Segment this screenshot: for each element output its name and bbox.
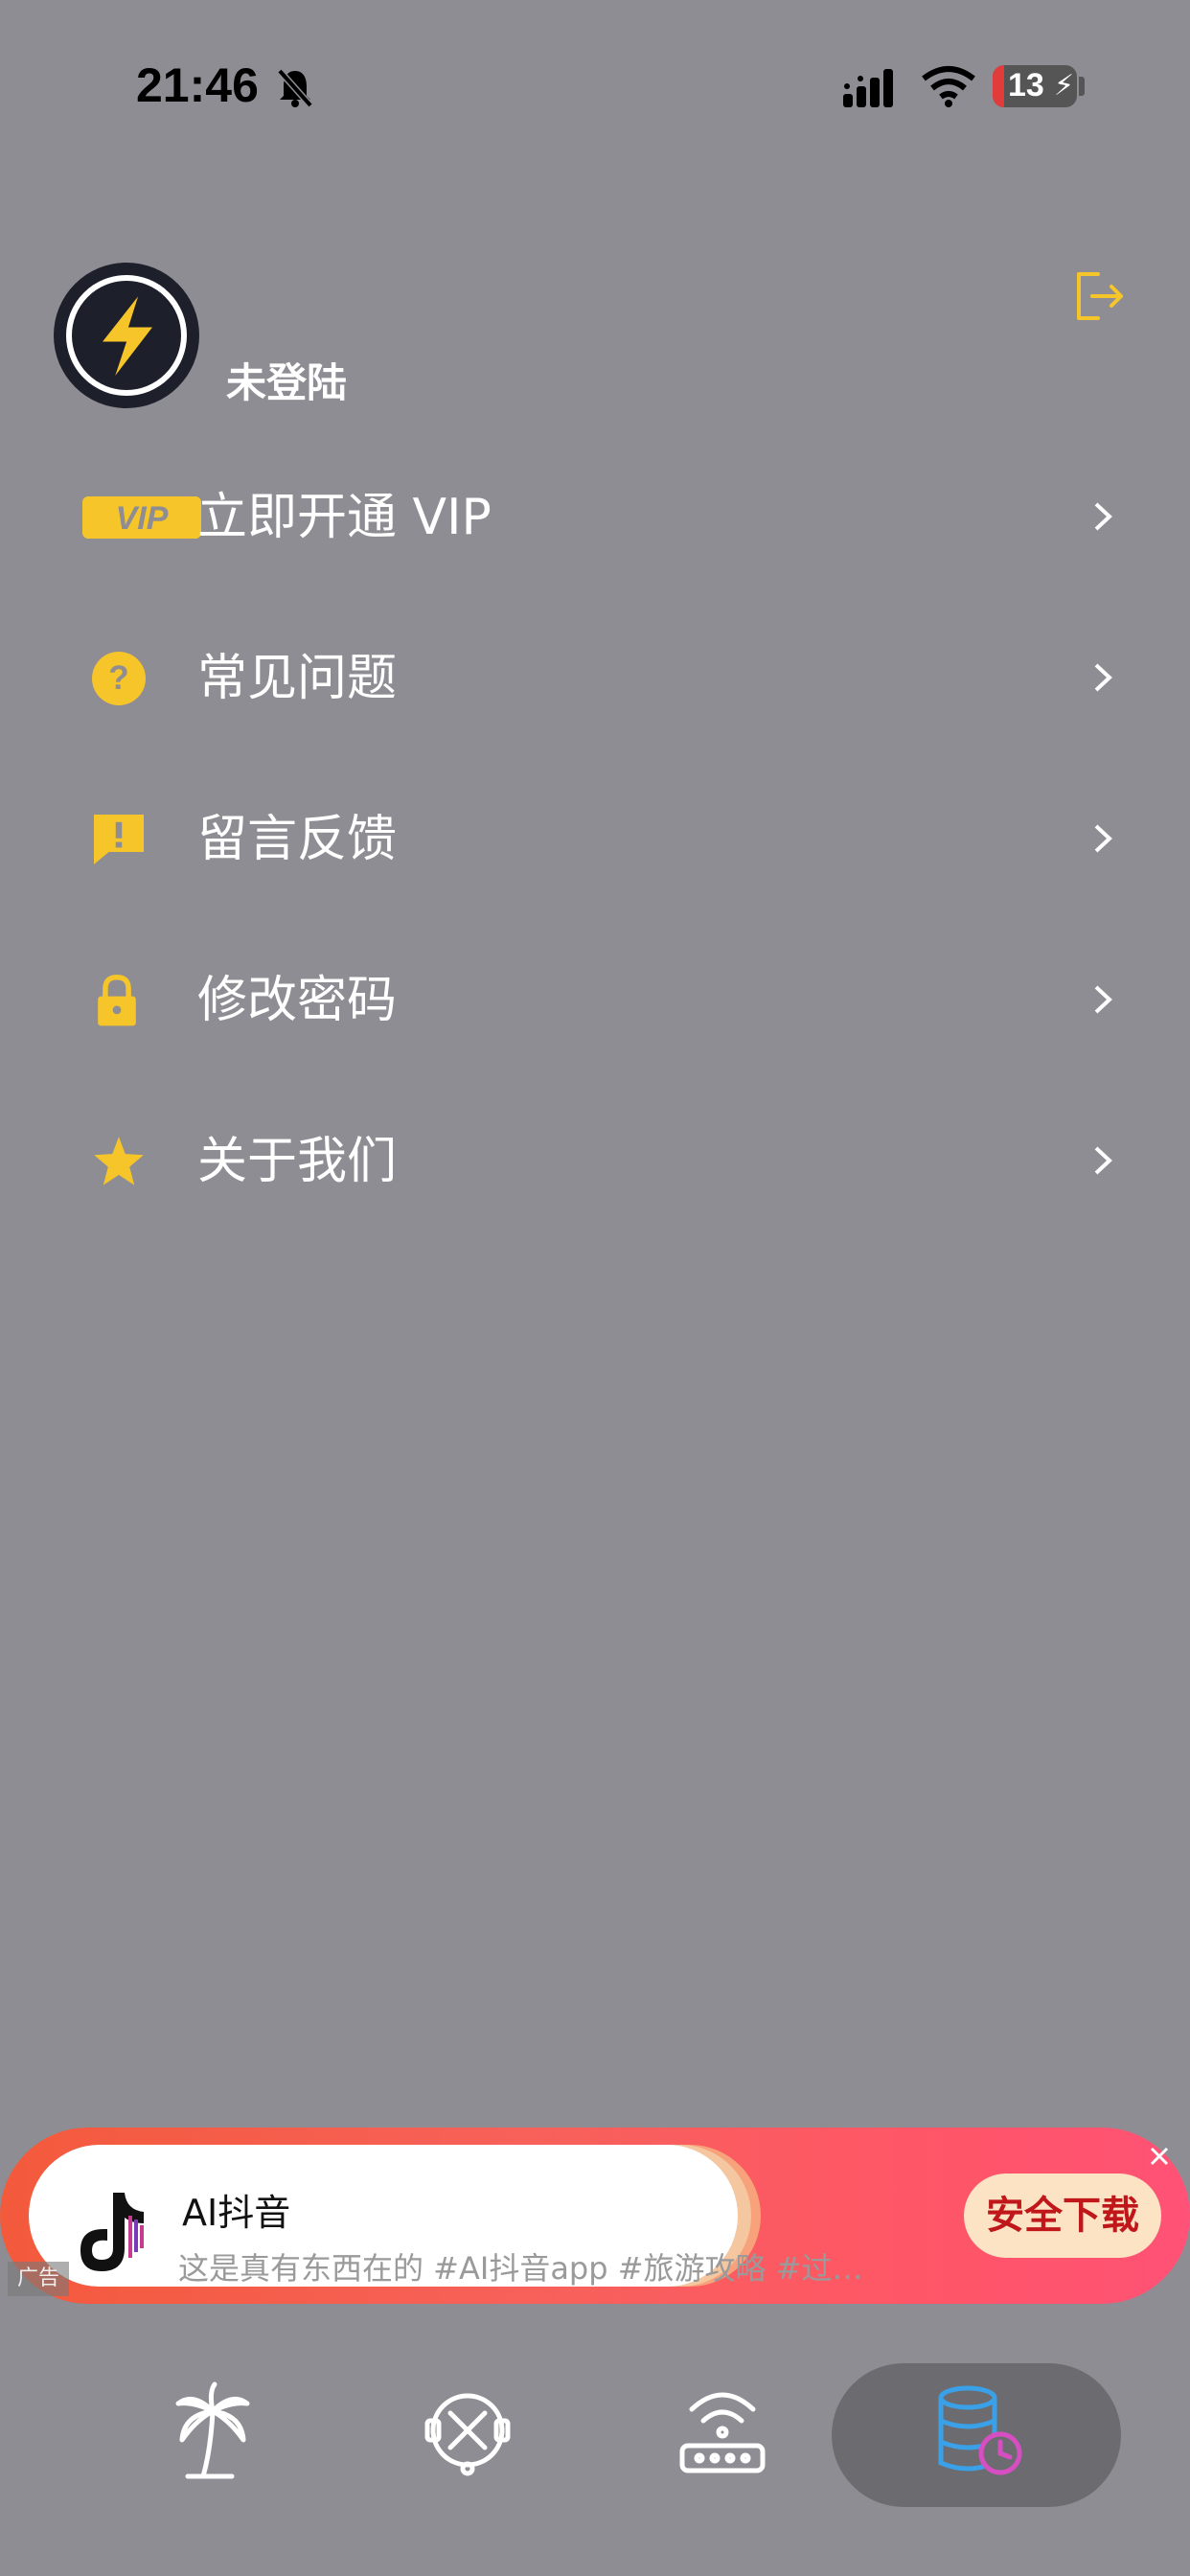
lock-icon	[98, 975, 136, 1026]
bell-muted-icon	[277, 68, 313, 108]
menu-label-change-password: 修改密码	[197, 972, 398, 1029]
ad-banner[interactable]: AI抖音 这是真有东西在的 #AI抖音app #旅游攻略 #过… 安全下载 广告	[0, 2128, 1190, 2304]
menu-item-change-password[interactable]: 修改密码	[0, 924, 1190, 1077]
menu-label-vip: 立即开通 VIP	[197, 489, 492, 546]
vip-icon: VIP	[82, 496, 201, 539]
tab-tools[interactable]	[410, 2373, 525, 2488]
tools-icon	[424, 2393, 511, 2476]
tab-database-clock[interactable]	[920, 2373, 1035, 2488]
ad-description: 这是真有东西在的 #AI抖音app #旅游攻略 #过…	[178, 2250, 863, 2287]
database-clock-icon	[938, 2385, 1022, 2475]
chevron-right-icon	[1094, 502, 1112, 531]
status-time: 21:46	[136, 58, 259, 112]
signal-icon	[843, 69, 893, 107]
router-icon	[679, 2392, 766, 2473]
close-icon[interactable]	[1144, 2141, 1175, 2172]
ad-tag-label: 广告	[17, 2266, 60, 2290]
tab-palm-tree[interactable]	[155, 2373, 270, 2488]
wifi-icon	[922, 66, 975, 107]
svg-text:?: ?	[108, 659, 128, 697]
menu-label-faq: 常见问题	[197, 650, 398, 707]
lightning-logo-icon	[66, 275, 187, 396]
menu-item-feedback[interactable]: 留言反馈	[0, 763, 1190, 916]
palm-tree-icon	[175, 2381, 250, 2479]
menu-item-about[interactable]: 关于我们	[0, 1085, 1190, 1238]
ad-card[interactable]: AI抖音 这是真有东西在的 #AI抖音app #旅游攻略 #过…	[29, 2145, 863, 2287]
chevron-right-icon	[1094, 663, 1112, 692]
feedback-icon	[94, 815, 144, 864]
battery-icon: 13 ⚡	[993, 65, 1077, 107]
battery-level: 13	[1008, 67, 1044, 104]
ad-title: AI抖音	[182, 2192, 291, 2234]
ad-tag: 广告	[8, 2262, 70, 2296]
tiktok-logo-icon	[80, 2193, 144, 2271]
avatar[interactable]	[54, 263, 199, 408]
logout-icon[interactable]	[1073, 270, 1125, 322]
ad-download-button[interactable]: 安全下载	[964, 2174, 1161, 2258]
menu-item-faq[interactable]: ? 常见问题	[0, 602, 1190, 755]
tab-router[interactable]	[665, 2373, 780, 2488]
menu-label-feedback: 留言反馈	[197, 811, 398, 868]
login-status[interactable]: 未登陆	[226, 351, 347, 409]
star-icon	[94, 1137, 144, 1185]
chevron-right-icon	[1094, 1146, 1112, 1175]
menu-label-about: 关于我们	[197, 1133, 398, 1190]
svg-text:VIP: VIP	[116, 500, 169, 537]
question-icon: ?	[92, 652, 146, 705]
menu-item-vip[interactable]: VIP 立即开通 VIP	[0, 441, 1190, 594]
chevron-right-icon	[1094, 985, 1112, 1014]
chevron-right-icon	[1094, 824, 1112, 853]
